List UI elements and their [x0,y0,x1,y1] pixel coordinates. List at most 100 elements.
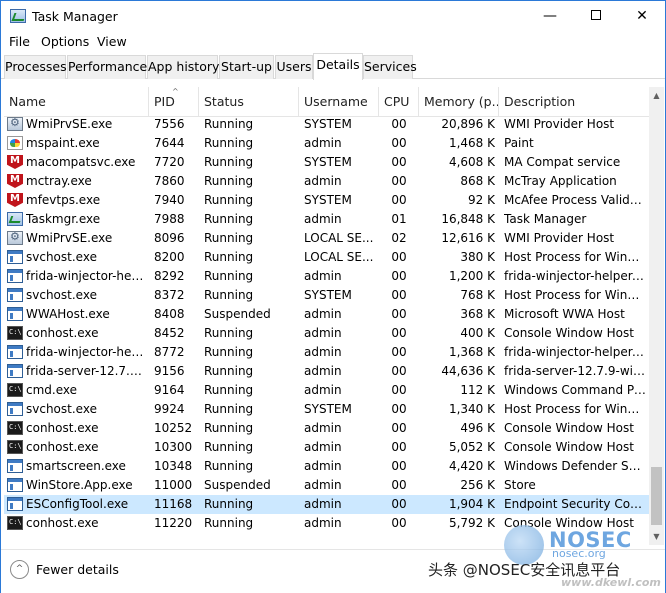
window-icon [7,478,23,492]
menu-options[interactable]: Options [41,34,89,49]
scrollbar-thumb[interactable] [651,467,662,525]
process-status: Running [204,364,254,378]
process-username: admin [304,174,342,188]
table-row[interactable]: WWAHost.exe 8408 Suspended admin 00 368 K Micr… [4,305,649,324]
process-memory: 5,052 K [448,440,495,454]
tab-services[interactable]: Services [363,55,417,79]
table-row[interactable]: macompatsvc.exe 7720 Running SYSTEM 00 4,608 … [4,153,649,172]
table-row[interactable]: conhost.exe 10300 Running admin 00 5,052 K Con… [4,438,649,457]
process-name: Taskmgr.exe [26,212,101,226]
process-pid: 8096 [154,231,185,245]
process-memory: 4,608 K [448,155,495,169]
scroll-down-icon[interactable]: ▼ [649,528,664,545]
vertical-scrollbar[interactable]: ▲ ▼ [649,87,664,545]
process-name: WWAHost.exe [26,307,110,321]
column-header-name[interactable]: Name [4,87,149,117]
process-name: svchost.exe [26,402,97,416]
table-row[interactable]: WmiPrvSE.exe 7556 Running SYSTEM 00 20,896 K W… [4,115,649,134]
window-icon [7,250,23,264]
process-pid: 9156 [154,364,185,378]
table-row[interactable]: conhost.exe 10252 Running admin 00 496 K Conso… [4,419,649,438]
process-cpu: 01 [391,212,407,226]
process-name: conhost.exe [26,516,99,530]
menu-view[interactable]: View [97,34,127,49]
process-username: admin [304,307,342,321]
console-icon [7,326,23,340]
tab-performance[interactable]: Performance [67,55,147,79]
process-name: WmiPrvSE.exe [26,231,113,245]
process-cpu: 00 [391,250,407,264]
column-header-description[interactable]: Description [499,87,649,117]
column-header-username[interactable]: Username [299,87,379,117]
process-description: frida-server-12.7.9-wind... [504,364,646,378]
process-pid: 7556 [154,117,185,131]
table-row[interactable]: conhost.exe 8452 Running admin 00 400 K Consol… [4,324,649,343]
maximize-icon [591,9,601,20]
window-icon [7,288,23,302]
process-cpu: 00 [391,459,407,473]
process-name: mctray.exe [26,174,92,188]
process-description: McTray Application [504,174,617,188]
maximize-button[interactable] [573,1,619,32]
fewer-details-link[interactable]: Fewer details [36,562,119,577]
process-description: Host Process for Windo... [504,288,646,302]
process-description: Paint [504,136,534,150]
console-icon [7,383,23,397]
process-cpu: 02 [391,231,407,245]
process-pid: 10252 [154,421,193,435]
process-memory: 768 K [460,288,495,302]
table-row[interactable]: ESConfigTool.exe 11168 Running admin 00 1,904… [4,495,649,514]
details-table: Name PID ^ Status Username CPU Memory (p… [4,87,664,545]
close-button[interactable]: ✕ [619,1,665,32]
process-memory: 1,904 K [448,497,495,511]
process-name: WinStore.App.exe [26,478,133,492]
tab-details[interactable]: Details [313,53,363,80]
process-status: Running [204,383,254,397]
column-header-status[interactable]: Status [199,87,299,117]
chevron-up-icon[interactable]: ^ [10,560,29,579]
tab-start-up[interactable]: Start-up [219,55,274,79]
column-header-memory[interactable]: Memory (p... [419,87,499,117]
table-row[interactable]: frida-server-12.7.9-w... 9156 Running admin… [4,362,649,381]
process-status: Running [204,250,254,264]
process-status: Running [204,212,254,226]
process-name: smartscreen.exe [26,459,126,473]
process-cpu: 00 [391,478,407,492]
process-username: admin [304,516,342,530]
window-icon [7,402,23,416]
table-row[interactable]: frida-winjector-help... 8292 Running admin 0… [4,267,649,286]
process-username: LOCAL SE... [304,250,374,264]
scroll-up-icon[interactable]: ▲ [649,87,664,104]
process-cpu: 00 [391,497,407,511]
table-row[interactable]: mctray.exe 7860 Running admin 00 868 K McTray … [4,172,649,191]
table-row[interactable]: WmiPrvSE.exe 8096 Running LOCAL SE... 02 12,6… [4,229,649,248]
process-memory: 496 K [460,421,495,435]
column-header-cpu[interactable]: CPU [379,87,419,117]
menu-file[interactable]: File [9,34,30,49]
process-name: frida-winjector-help... [26,269,146,283]
table-row[interactable]: cmd.exe 9164 Running admin 00 112 K Windows Co… [4,381,649,400]
table-row[interactable]: svchost.exe 8372 Running SYSTEM 00 768 K Host … [4,286,649,305]
table-row[interactable]: smartscreen.exe 10348 Running admin 00 4,420 … [4,457,649,476]
table-row[interactable]: svchost.exe 9924 Running SYSTEM 00 1,340 K Hos… [4,400,649,419]
minimize-button[interactable]: — [527,1,573,32]
tab-app-history[interactable]: App history [147,55,219,79]
window-icon [7,459,23,473]
table-row[interactable]: mfevtps.exe 7940 Running SYSTEM 00 92 K McAfee… [4,191,649,210]
tab-users[interactable]: Users [275,55,313,79]
process-cpu: 00 [391,326,407,340]
process-status: Running [204,345,254,359]
mcafee-icon [7,155,23,169]
title-bar: Task Manager — ✕ [1,1,665,32]
process-status: Running [204,136,254,150]
process-name: conhost.exe [26,421,99,435]
table-row[interactable]: frida-winjector-help... 8772 Running admin 0… [4,343,649,362]
process-description: Task Manager [504,212,587,226]
process-status: Running [204,516,254,530]
tab-processes[interactable]: Processes [4,55,67,79]
table-row[interactable]: mspaint.exe 7644 Running admin 00 1,468 K Pain… [4,134,649,153]
table-row[interactable]: WinStore.App.exe 11000 Suspended admin 00 256… [4,476,649,495]
table-row[interactable]: Taskmgr.exe 7988 Running admin 01 16,848 K Tas… [4,210,649,229]
table-row[interactable]: svchost.exe 8200 Running LOCAL SE... 00 380 K… [4,248,649,267]
process-memory: 400 K [460,326,495,340]
